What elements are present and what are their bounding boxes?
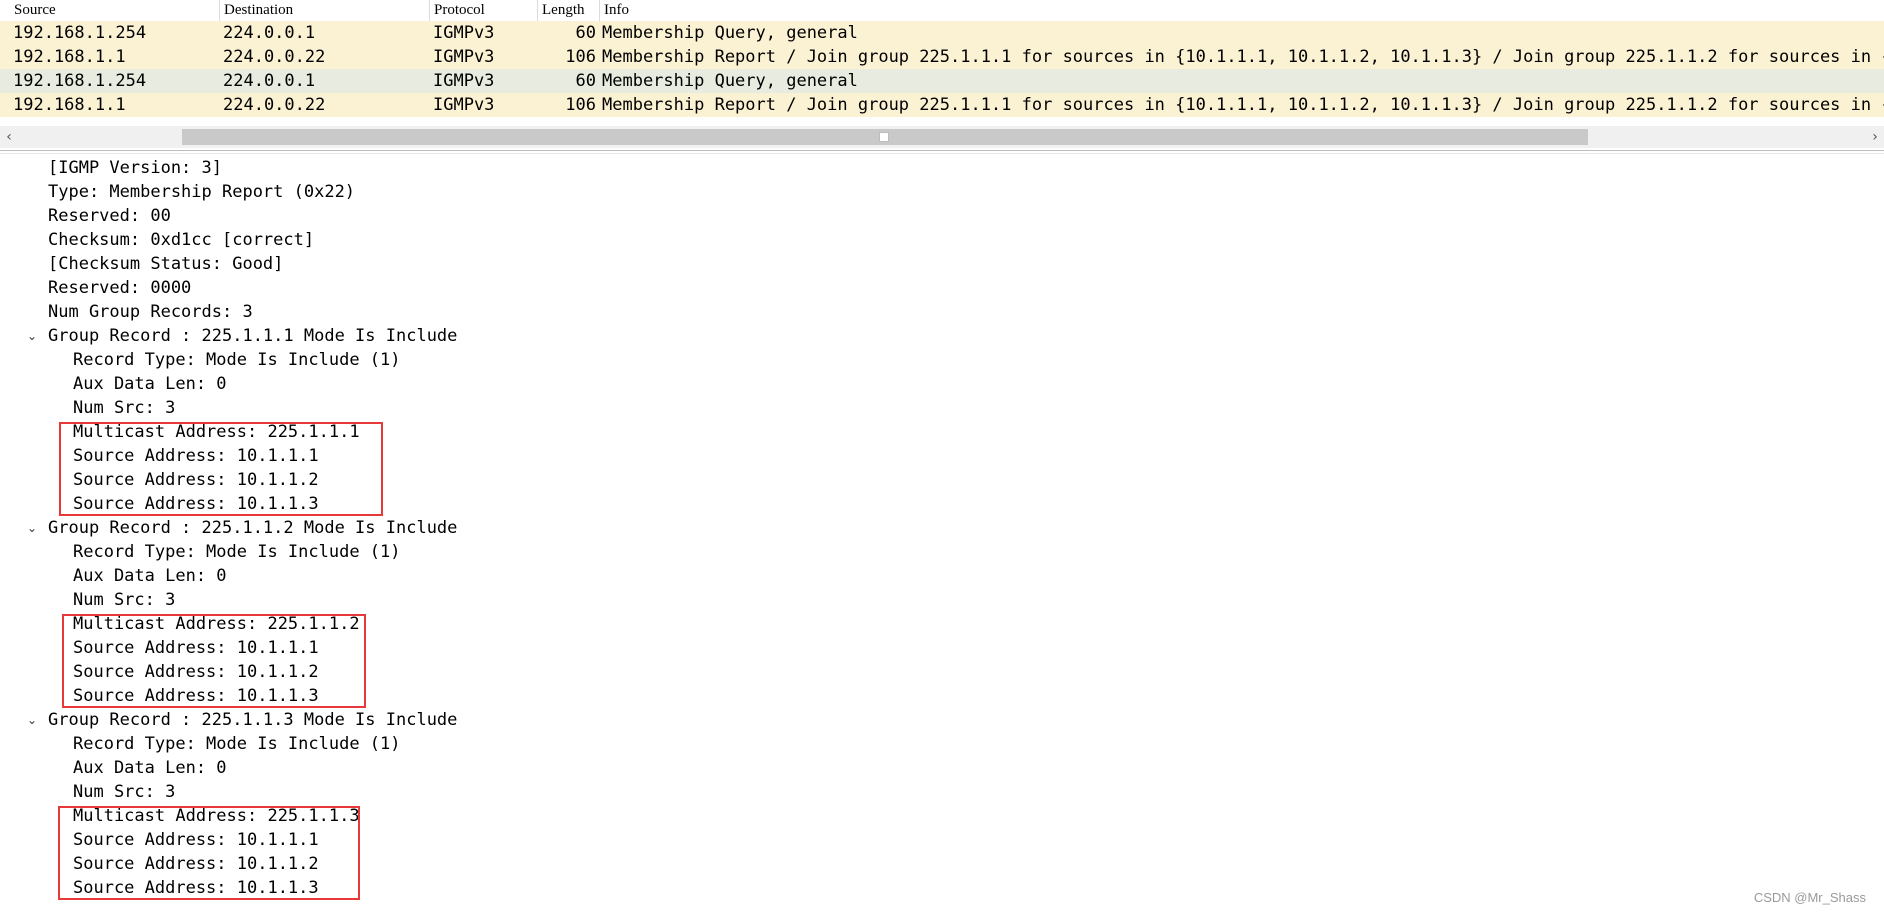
packet-destination: 224.0.0.22 [223, 95, 326, 115]
packet-length: 106 [565, 47, 596, 67]
highlight-box [62, 614, 366, 708]
column-header-info[interactable]: Info [600, 0, 1884, 21]
tree-field-num-src[interactable]: Num Src: 3 [73, 396, 175, 420]
packet-info: Membership Query, general [602, 71, 858, 91]
tree-field-reserved-2[interactable]: Reserved: 0000 [48, 276, 191, 300]
group-record-node[interactable]: Group Record : 225.1.1.3 Mode Is Include [48, 708, 457, 732]
tree-field-checksum-status[interactable]: [Checksum Status: Good] [48, 252, 283, 276]
chevron-down-icon[interactable]: ⌄ [25, 516, 39, 540]
tree-field-aux-data-len[interactable]: Aux Data Len: 0 [73, 372, 227, 396]
packet-source: 192.168.1.254 [13, 23, 147, 43]
column-header-protocol[interactable]: Protocol [430, 0, 538, 21]
packet-length: 106 [565, 95, 596, 115]
packet-source: 192.168.1.1 [13, 95, 126, 115]
packet-info: Membership Query, general [602, 23, 858, 43]
chevron-down-icon[interactable]: ⌄ [25, 324, 39, 348]
highlight-box [58, 806, 360, 900]
tree-field-aux-data-len[interactable]: Aux Data Len: 0 [73, 756, 227, 780]
chevron-down-icon[interactable]: ⌄ [25, 708, 39, 732]
tree-field-num-group-records[interactable]: Num Group Records: 3 [48, 300, 253, 324]
packet-destination: 224.0.0.1 [223, 71, 316, 91]
packet-info: Membership Report / Join group 225.1.1.1… [602, 95, 1884, 115]
tree-field-record-type[interactable]: Record Type: Mode Is Include (1) [73, 348, 401, 372]
packet-protocol: IGMPv3 [433, 95, 495, 115]
packet-row[interactable]: 192.168.1.254 224.0.0.1 IGMPv3 60 Member… [0, 69, 1884, 93]
tree-field-record-type[interactable]: Record Type: Mode Is Include (1) [73, 732, 401, 756]
packet-protocol: IGMPv3 [433, 47, 495, 67]
packet-list: 192.168.1.254 224.0.0.1 IGMPv3 60 Member… [0, 21, 1884, 117]
column-header-destination[interactable]: Destination [220, 0, 430, 21]
scroll-right-icon[interactable]: › [1866, 126, 1884, 148]
highlight-box [59, 422, 383, 516]
column-header-length[interactable]: Length [538, 0, 600, 21]
group-record-node[interactable]: Group Record : 225.1.1.1 Mode Is Include [48, 324, 457, 348]
tree-field-record-type[interactable]: Record Type: Mode Is Include (1) [73, 540, 401, 564]
tree-field-num-src[interactable]: Num Src: 3 [73, 588, 175, 612]
packet-row[interactable]: 192.168.1.1 224.0.0.22 IGMPv3 106 Member… [0, 93, 1884, 117]
packet-length: 60 [575, 71, 596, 91]
packet-row[interactable]: 192.168.1.254 224.0.0.1 IGMPv3 60 Member… [0, 21, 1884, 45]
watermark: CSDN @Mr_Shass [1753, 890, 1866, 905]
tree-field-num-src[interactable]: Num Src: 3 [73, 780, 175, 804]
packet-info: Membership Report / Join group 225.1.1.1… [602, 47, 1884, 67]
packet-protocol: IGMPv3 [433, 71, 495, 91]
packet-destination: 224.0.0.1 [223, 23, 316, 43]
column-header-source[interactable]: Source [10, 0, 220, 21]
scrollbar-thumb[interactable] [182, 129, 1588, 145]
packet-source: 192.168.1.1 [13, 47, 126, 67]
tree-field-checksum[interactable]: Checksum: 0xd1cc [correct] [48, 228, 314, 252]
tree-field-igmp-version[interactable]: [IGMP Version: 3] [48, 156, 222, 180]
scroll-left-icon[interactable]: ‹ [0, 126, 18, 148]
tree-field-aux-data-len[interactable]: Aux Data Len: 0 [73, 564, 227, 588]
tree-field-type[interactable]: Type: Membership Report (0x22) [48, 180, 355, 204]
group-record-node[interactable]: Group Record : 225.1.1.2 Mode Is Include [48, 516, 457, 540]
packet-protocol: IGMPv3 [433, 23, 495, 43]
packet-length: 60 [575, 23, 596, 43]
tree-field-reserved[interactable]: Reserved: 00 [48, 204, 171, 228]
horizontal-scrollbar[interactable]: ‹ › [0, 126, 1884, 148]
scrollbar-grip[interactable] [879, 132, 889, 142]
pane-divider[interactable] [0, 150, 1884, 154]
packet-row[interactable]: 192.168.1.1 224.0.0.22 IGMPv3 106 Member… [0, 45, 1884, 69]
packet-destination: 224.0.0.22 [223, 47, 326, 67]
packet-source: 192.168.1.254 [13, 71, 147, 91]
packet-list-header: Source Destination Protocol Length Info [0, 0, 1884, 22]
